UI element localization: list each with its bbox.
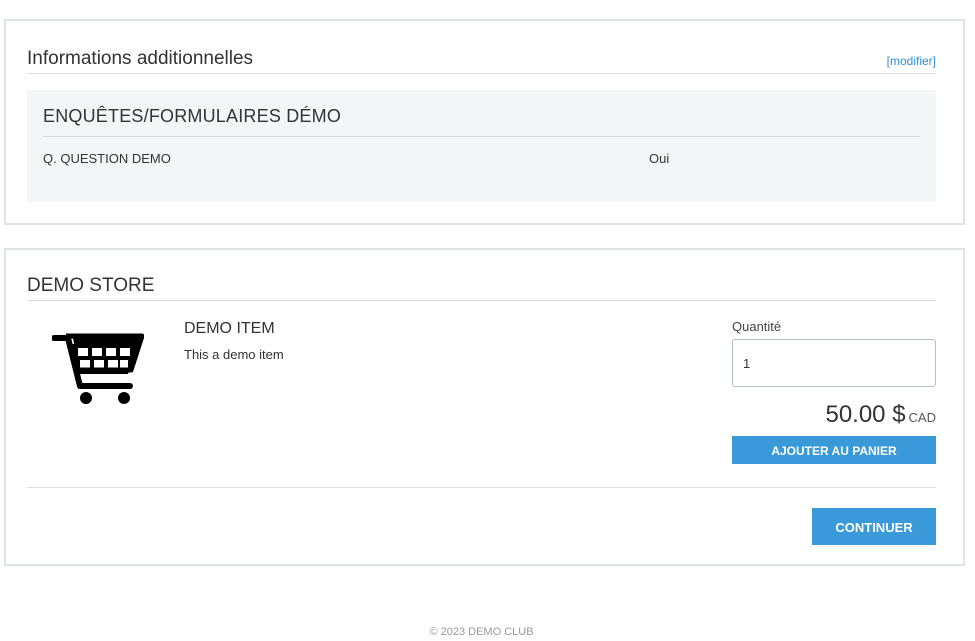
continue-button[interactable]: CONTINUER: [812, 508, 936, 545]
section-divider: [27, 487, 936, 488]
section-divider: [27, 73, 936, 74]
quantity-label: Quantité: [732, 319, 782, 334]
footer-copyright: © 2023 DEMO CLUB: [429, 626, 534, 638]
survey-question: Q. QUESTION DEMO: [43, 151, 171, 166]
item-name: DEMO ITEM: [184, 320, 275, 337]
item-description: This a demo item: [184, 347, 284, 362]
survey-title: ENQUÊTES/FORMULAIRES DÉMO: [43, 106, 342, 126]
add-to-cart-button[interactable]: AJOUTER AU PANIER: [732, 436, 936, 464]
survey-answer: Oui: [649, 151, 670, 166]
additional-info-title: Informations additionnelles: [27, 48, 254, 69]
shopping-cart-icon: [52, 332, 144, 404]
quantity-input[interactable]: [732, 339, 936, 387]
price-amount: 50.00 $: [825, 401, 906, 428]
survey-box: ENQUÊTES/FORMULAIRES DÉMO Q. QUESTION DE…: [27, 90, 936, 202]
store-title: DEMO STORE: [27, 275, 155, 296]
edit-link[interactable]: [modifier]: [887, 54, 936, 68]
section-divider: [27, 300, 936, 301]
price-currency: CAD: [908, 410, 936, 425]
additional-info-panel: Informations additionnelles [modifier] E…: [4, 19, 965, 225]
store-panel: DEMO STORE DEMO ITEM This a demo item Qu…: [4, 248, 965, 566]
survey-divider: [43, 136, 920, 137]
price: 50.00 $ CAD: [825, 401, 936, 429]
